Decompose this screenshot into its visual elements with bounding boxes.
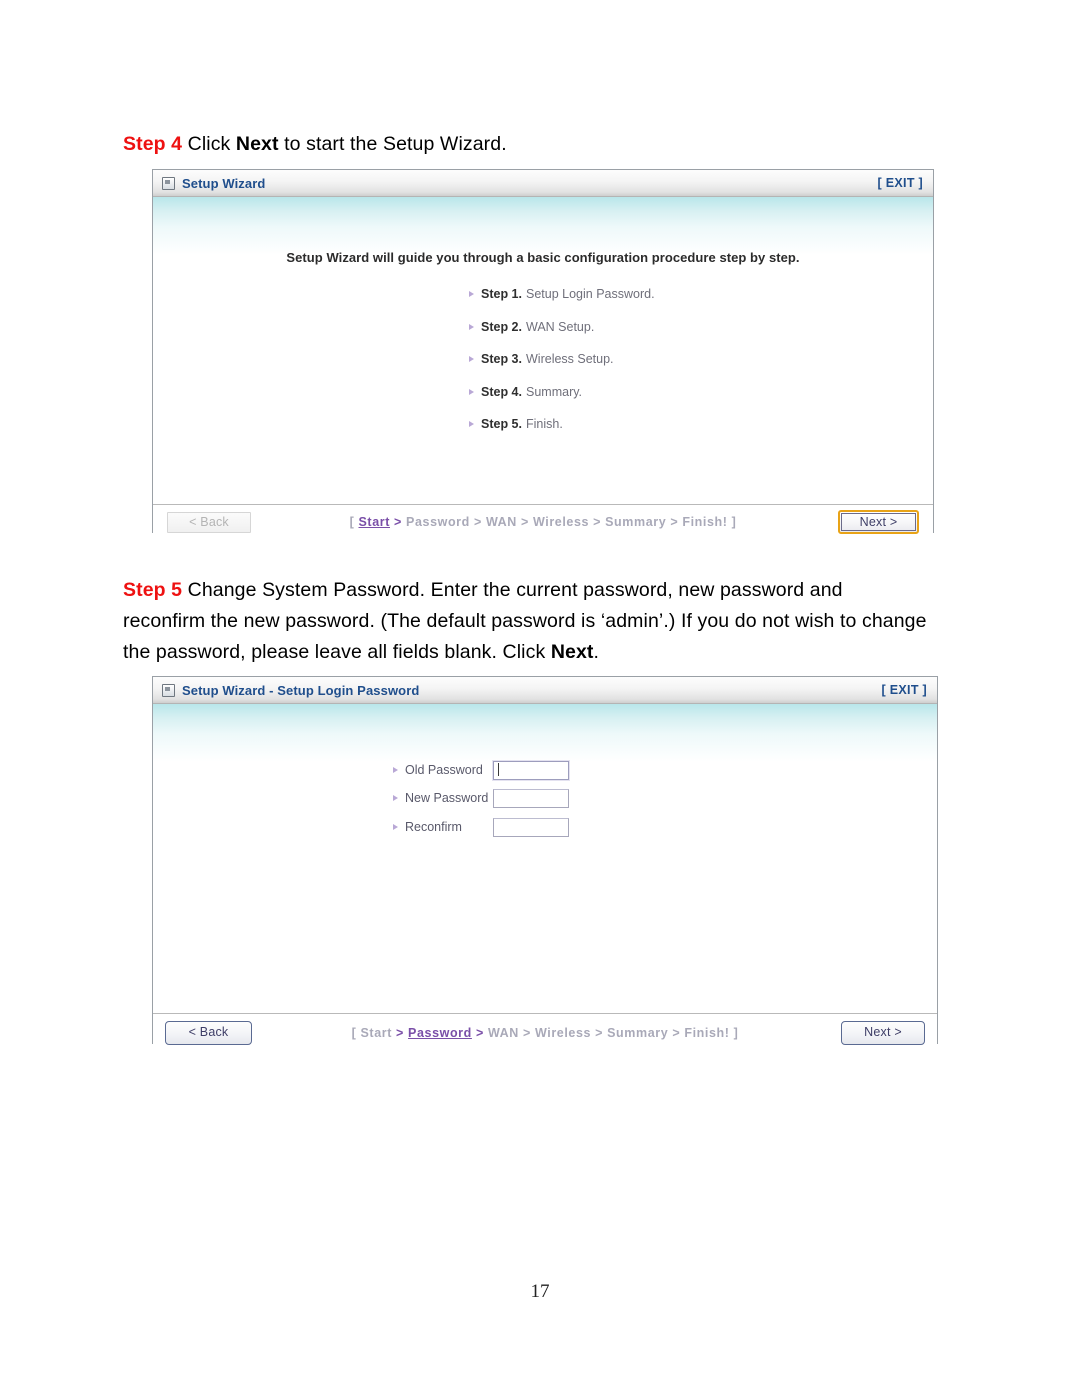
- breadcrumb-separator: >: [666, 515, 683, 529]
- breadcrumb-item-summary[interactable]: Summary: [607, 1026, 668, 1040]
- setup-login-password-panel: Setup Wizard - Setup Login Password [ EX…: [152, 676, 938, 1051]
- window-icon: [162, 683, 175, 697]
- step-item-number: Step 1.: [481, 287, 522, 301]
- text-caret-icon: [498, 763, 499, 776]
- next-button[interactable]: Next >: [841, 1020, 925, 1045]
- breadcrumb-separator: >: [668, 1025, 685, 1040]
- old-password-label-group: Old Password: [153, 763, 493, 777]
- step-item-number: Step 4.: [481, 384, 522, 399]
- breadcrumb-close: ]: [729, 1025, 739, 1040]
- reconfirm-input-wrap: [493, 817, 569, 837]
- step-item-text: Finish.: [526, 417, 563, 431]
- wizard-title: Setup Wizard: [182, 175, 266, 191]
- next-button-label: Next >: [859, 514, 898, 529]
- step5-bold-next: Next: [550, 641, 594, 663]
- breadcrumb-item-password[interactable]: Password: [406, 515, 470, 529]
- breadcrumb-open: [: [351, 1025, 361, 1040]
- step-item-text: Wireless Setup.: [526, 352, 614, 366]
- list-item: Step 3. Wireless Setup.: [469, 352, 655, 385]
- wizard-step-list: Step 1. Setup Login Password. Step 2. WA…: [469, 287, 655, 450]
- list-item: Step 2. WAN Setup.: [469, 320, 655, 353]
- exit-link[interactable]: [ EXIT ]: [878, 176, 923, 190]
- reconfirm-label-group: Reconfirm: [153, 820, 493, 834]
- password-titlebar: Setup Wizard - Setup Login Password [ EX…: [153, 677, 937, 704]
- wizard-footer: < Back [ Start > Password > WAN > Wirele…: [153, 504, 933, 539]
- step-item-number: Step 2.: [481, 319, 522, 334]
- breadcrumb-item-wireless[interactable]: Wireless: [535, 1026, 591, 1040]
- bullet-arrow-icon: [393, 823, 398, 830]
- breadcrumb-item-wireless[interactable]: Wireless: [533, 515, 589, 529]
- step-item-text: Setup Login Password.: [526, 287, 655, 301]
- password-form: Old Password New Password Reconfirm: [153, 756, 937, 842]
- step5-instruction: Step 5 Change System Password. Enter the…: [123, 575, 928, 668]
- list-item: Step 5. Finish.: [469, 417, 655, 450]
- window-icon: [162, 176, 175, 190]
- step-item-number: Step 5.: [481, 417, 522, 431]
- old-password-row: Old Password: [153, 756, 937, 784]
- list-item: Step 4. Summary.: [469, 385, 655, 418]
- breadcrumb-open: [: [349, 515, 359, 529]
- breadcrumb-item-wan[interactable]: WAN: [486, 515, 517, 529]
- password-body: Old Password New Password Reconfirm: [153, 704, 937, 1013]
- exit-link[interactable]: [ EXIT ]: [882, 683, 927, 697]
- step5-label: Step 5: [123, 579, 183, 601]
- step4-text-after: to start the Setup Wizard.: [278, 133, 507, 155]
- step-item-number: Step 3.: [481, 352, 522, 366]
- breadcrumb-item-password[interactable]: Password: [408, 1026, 472, 1040]
- page-number: 17: [530, 1281, 550, 1302]
- old-password-input[interactable]: [493, 760, 569, 780]
- bullet-arrow-icon: [469, 388, 474, 395]
- bullet-arrow-icon: [469, 291, 474, 297]
- setup-wizard-panel: Setup Wizard [ EXIT ] Setup Wizard will …: [152, 169, 934, 539]
- step4-label: Step 4: [123, 133, 183, 155]
- step4-bold-next: Next: [235, 133, 279, 155]
- old-password-label: Old Password: [405, 762, 483, 777]
- list-item: Step 1. Setup Login Password.: [469, 287, 655, 320]
- password-footer: < Back [ Start > Password > WAN > Wirele…: [153, 1013, 937, 1051]
- password-panel-title: Setup Wizard - Setup Login Password: [182, 682, 420, 698]
- breadcrumb-separator: >: [591, 1025, 608, 1040]
- breadcrumb-separator: >: [589, 515, 606, 529]
- new-password-input[interactable]: [493, 789, 569, 808]
- breadcrumb-item-finish[interactable]: Finish!: [684, 1026, 729, 1040]
- breadcrumb-item-wan[interactable]: WAN: [488, 1026, 519, 1040]
- breadcrumb-item-finish[interactable]: Finish!: [682, 515, 727, 529]
- new-password-label-group: New Password: [153, 791, 493, 805]
- breadcrumb-separator: >: [516, 515, 533, 529]
- breadcrumb: [ Start > Password > WAN > Wireless > Su…: [153, 1026, 937, 1040]
- wizard-titlebar: Setup Wizard [ EXIT ]: [153, 170, 933, 197]
- wizard-body: Setup Wizard will guide you through a ba…: [153, 197, 933, 504]
- step4-instruction: Step 4 Click Next to start the Setup Wiz…: [123, 129, 923, 160]
- breadcrumb-separator: >: [518, 1025, 535, 1040]
- breadcrumb-item-start[interactable]: Start: [359, 515, 390, 529]
- breadcrumb-separator: >: [389, 515, 407, 529]
- breadcrumb-item-start[interactable]: Start: [361, 1026, 392, 1040]
- step-item-text: Summary.: [526, 384, 583, 399]
- old-password-input-wrap: [493, 760, 569, 780]
- wizard-intro-text: Setup Wizard will guide you through a ba…: [286, 250, 800, 265]
- bullet-arrow-icon: [469, 421, 474, 427]
- new-password-row: New Password: [153, 785, 937, 813]
- bullet-arrow-icon: [469, 323, 474, 330]
- step4-text-before: Click: [182, 133, 236, 155]
- breadcrumb-separator: >: [469, 515, 486, 529]
- breadcrumb: [ Start > Password > WAN > Wireless > Su…: [153, 515, 933, 529]
- breadcrumb-separator: >: [471, 1025, 488, 1040]
- bullet-arrow-icon: [393, 795, 398, 802]
- new-password-input-wrap: [493, 789, 569, 808]
- bullet-arrow-icon: [393, 766, 398, 773]
- breadcrumb-separator: >: [391, 1025, 409, 1040]
- step5-text-part1: Change System Password. Enter the curren…: [123, 579, 927, 663]
- breadcrumb-close: ]: [727, 515, 737, 529]
- next-button[interactable]: Next >: [838, 510, 919, 534]
- reconfirm-input[interactable]: [493, 817, 569, 837]
- new-password-label: New Password: [405, 791, 489, 806]
- breadcrumb-item-summary[interactable]: Summary: [605, 515, 666, 529]
- reconfirm-label: Reconfirm: [405, 819, 462, 834]
- step-item-text: WAN Setup.: [526, 319, 595, 334]
- bullet-arrow-icon: [469, 356, 474, 362]
- step5-text-part2: .: [593, 641, 600, 663]
- reconfirm-row: Reconfirm: [153, 813, 937, 841]
